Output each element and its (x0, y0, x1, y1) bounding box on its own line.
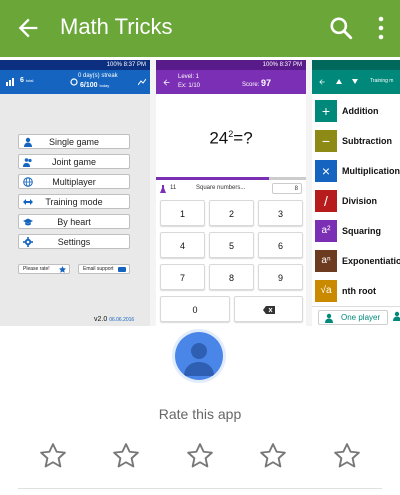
stats-bar: 6 total 0 day(s) streak 6/100 today (0, 70, 150, 94)
training-title: Training m (370, 78, 394, 84)
key-9[interactable]: 9 (258, 264, 303, 290)
score: Score: 97 (242, 78, 272, 88)
screenshot-training-list[interactable]: Training m + Addition − Subtraction × Multi… (312, 60, 400, 326)
person-icon (325, 313, 333, 323)
training-bar: Training m (312, 70, 400, 94)
graduation-cap-icon (23, 218, 33, 226)
arrow-down-icon[interactable] (352, 79, 358, 84)
status-bar: 100% 8:37 PM (156, 60, 306, 70)
version-label: v2.0 06.06.2016 (94, 316, 135, 323)
times-icon: × (315, 160, 337, 182)
multiplayer-button[interactable]: Multiplayer (18, 174, 130, 189)
star-5-icon[interactable] (332, 441, 362, 471)
arrows-icon (23, 199, 33, 205)
page-title: Math Tricks (60, 14, 173, 39)
plus-icon: + (315, 100, 337, 122)
info-row: 11 Square numbers... 8 (156, 182, 306, 196)
daily-score: 6/100 today (80, 82, 110, 89)
star-1-icon[interactable] (38, 441, 68, 471)
bottom-bar: One player (312, 306, 400, 326)
star-icon (59, 266, 66, 273)
search-icon[interactable] (328, 15, 354, 41)
graph-icon (138, 78, 146, 86)
key-6[interactable]: 6 (258, 232, 303, 258)
list-item[interactable]: aⁿExponentiation (312, 248, 400, 274)
joint-game-button[interactable]: Joint game (18, 154, 130, 169)
chart-icon (6, 78, 14, 86)
streak-label: 0 day(s) streak (78, 73, 118, 79)
screenshot-game[interactable]: 100% 8:37 PM Level: 1 Ex: 1/10 Score: 97… (156, 60, 306, 326)
mail-icon (118, 267, 126, 272)
key-2[interactable]: 2 (209, 200, 254, 226)
game-bar: Level: 1 Ex: 1/10 Score: 97 (156, 70, 306, 94)
back-arrow-icon[interactable] (14, 14, 42, 42)
backspace-icon (262, 306, 275, 314)
divider (18, 488, 382, 489)
screenshot-main-menu[interactable]: 100% 8:37 PM 6 total 0 day(s) streak 6/1… (0, 60, 150, 326)
list-item[interactable]: − Subtraction (312, 128, 400, 154)
minus-icon: − (315, 130, 337, 152)
key-0[interactable]: 0 (160, 296, 230, 322)
person-icon (393, 311, 400, 321)
single-game-button[interactable]: Single game (18, 134, 130, 149)
list-item[interactable]: / Division (312, 188, 400, 214)
list-item[interactable]: + Addition (312, 98, 400, 124)
star-3-icon[interactable] (185, 441, 215, 471)
rate-label: Rate this app (158, 406, 242, 422)
exercise-label: Ex: 1/10 (178, 83, 201, 89)
screenshot-gallery[interactable]: 100% 8:37 PM 6 total 0 day(s) streak 6/1… (0, 60, 400, 326)
key-7[interactable]: 7 (160, 264, 205, 290)
app-bar: Math Tricks (0, 0, 400, 57)
people-icon (23, 158, 32, 167)
key-1[interactable]: 1 (160, 200, 205, 226)
key-5[interactable]: 5 (209, 232, 254, 258)
refresh-icon (70, 78, 78, 86)
key-4[interactable]: 4 (160, 232, 205, 258)
globe-icon (23, 177, 33, 187)
list-item[interactable]: √a nth root (312, 278, 400, 304)
level-label: Level: 1 (178, 74, 200, 80)
root-icon: √a (315, 280, 337, 302)
status-bar: 100% 8:37 PM (0, 60, 150, 70)
backspace-key[interactable] (234, 296, 303, 322)
list-item[interactable]: × Multiplication (312, 158, 400, 184)
star-4-icon[interactable] (258, 441, 288, 471)
settings-button[interactable]: Settings (18, 234, 130, 249)
flask-icon (160, 185, 166, 193)
gear-icon (23, 237, 33, 247)
by-heart-button[interactable]: By heart (18, 214, 130, 229)
total-count: 6 total (20, 77, 34, 84)
main-menu: Single game Joint game Multiplayer Train… (18, 134, 130, 254)
question: 242=? (209, 128, 253, 148)
exponent-icon: aⁿ (315, 250, 337, 272)
divide-icon: / (315, 190, 337, 212)
user-avatar (175, 332, 223, 380)
status-bar (312, 60, 400, 70)
key-8[interactable]: 8 (209, 264, 254, 290)
one-player-button[interactable]: One player (318, 310, 388, 325)
back-arrow-icon[interactable] (318, 78, 326, 86)
progress-bar (156, 177, 306, 180)
please-rate-button[interactable]: Please rate! (18, 264, 70, 274)
arrow-up-icon[interactable] (336, 79, 342, 84)
training-mode-button[interactable]: Training mode (18, 194, 130, 209)
key-3[interactable]: 3 (258, 200, 303, 226)
star-2-icon[interactable] (111, 441, 141, 471)
back-arrow-icon[interactable] (162, 78, 171, 87)
list-item[interactable]: a² Squaring (312, 218, 400, 244)
hint-badge[interactable]: 8 (272, 183, 302, 194)
account-icon (184, 343, 214, 376)
square-icon: a² (315, 220, 337, 242)
person-icon (24, 137, 32, 147)
email-support-button[interactable]: Email support (78, 264, 130, 274)
more-options-icon[interactable] (376, 15, 386, 41)
